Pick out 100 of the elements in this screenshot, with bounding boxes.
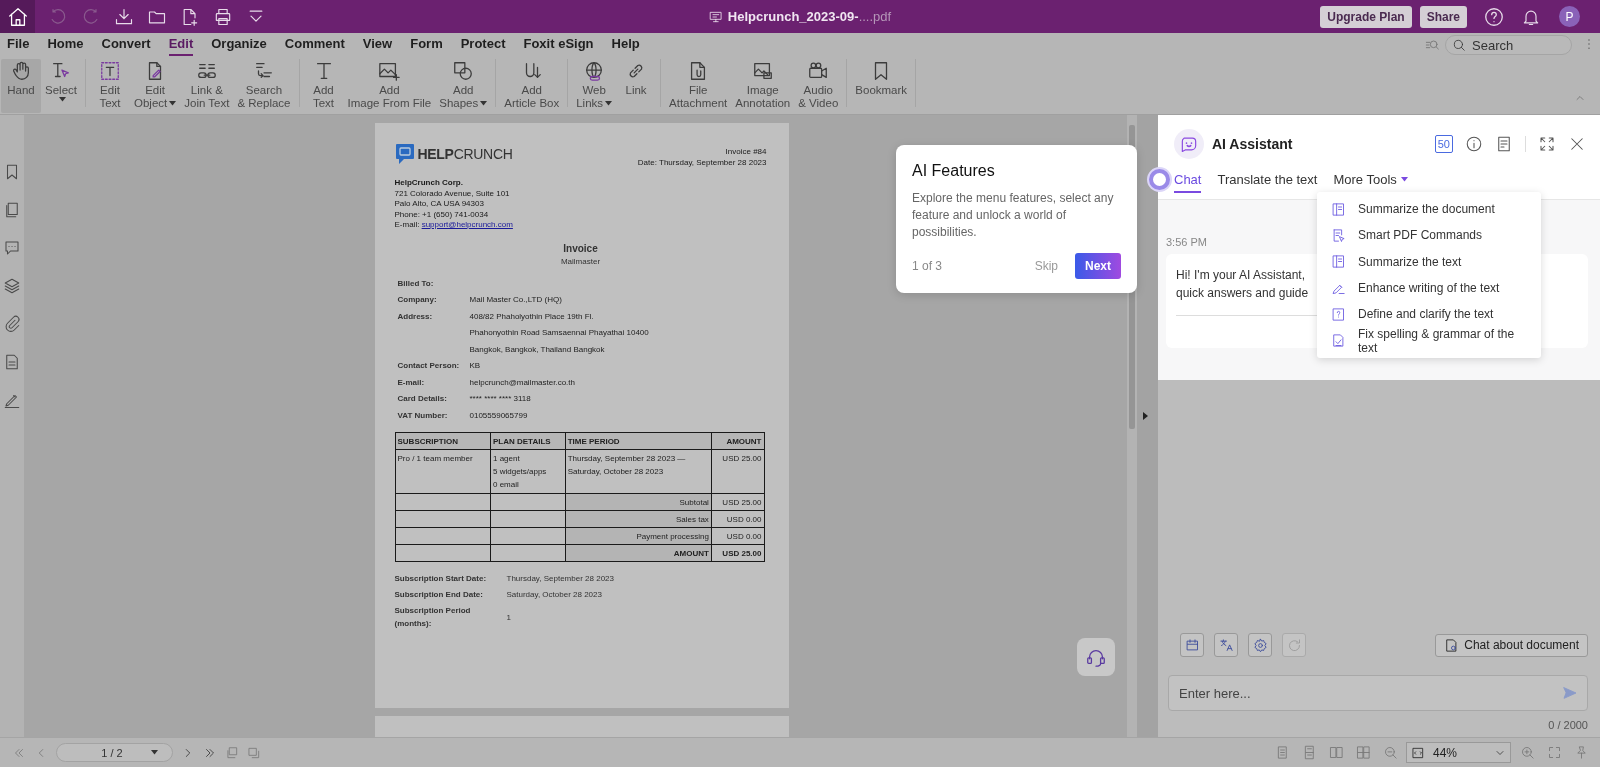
ribbon-tool-button[interactable]: Audio & Video xyxy=(794,59,843,113)
upgrade-button[interactable]: Upgrade Plan xyxy=(1320,5,1412,28)
field-value: Mail Master Co.,LTD (HQ) xyxy=(469,294,563,306)
zoom-out-icon xyxy=(1382,745,1398,760)
info-button[interactable] xyxy=(1465,135,1483,153)
close-button[interactable] xyxy=(1568,135,1586,153)
send-icon xyxy=(1562,685,1578,701)
ribbon-tool-button[interactable]: Image Annotation xyxy=(731,59,795,113)
command-icon xyxy=(1331,227,1346,243)
shapes-icon xyxy=(452,60,475,82)
menu-item[interactable]: Summarize the text xyxy=(1317,248,1541,275)
company-logo: HELPCRUNCH xyxy=(417,146,513,162)
panel-tab[interactable]: More Tools xyxy=(1333,169,1408,193)
menu-item[interactable]: Smart PDF Commands xyxy=(1317,222,1541,249)
menu-item[interactable]: Fix spelling & grammar of the text xyxy=(1317,327,1541,354)
notes-button[interactable] xyxy=(1495,135,1513,153)
menu-tab[interactable]: Form xyxy=(410,34,443,56)
chat-input-field[interactable]: Enter here... xyxy=(1168,675,1588,711)
page-field[interactable]: 1 / 2 xyxy=(56,743,173,762)
user-avatar[interactable]: P xyxy=(1559,6,1580,27)
image-comment-icon xyxy=(751,60,774,82)
ribbon-tool-button[interactable]: Edit Object xyxy=(130,59,181,113)
zoom-field[interactable]: 44% xyxy=(1406,742,1511,763)
help-button[interactable] xyxy=(1483,5,1505,28)
expand-button[interactable] xyxy=(1538,135,1556,153)
menu-item[interactable]: Enhance writing of the text xyxy=(1317,274,1541,302)
menu-tab[interactable]: Protect xyxy=(460,34,506,56)
home-button[interactable] xyxy=(0,0,35,33)
ribbon-tool-button[interactable]: Web Links xyxy=(572,59,617,113)
ribbon-tool-button[interactable]: Link xyxy=(616,59,657,113)
ribbon-tool-button[interactable]: Search & Replace xyxy=(233,59,295,113)
ribbon-tool-button[interactable]: Add Shapes xyxy=(435,59,492,113)
form-panel-button[interactable] xyxy=(3,353,21,371)
field-value: Bangkok, Bangkok, Thailand Bangkok xyxy=(469,343,606,356)
column-header: AMOUNT xyxy=(711,432,764,450)
search-field[interactable]: Search xyxy=(1445,35,1572,55)
ribbon-tool-button[interactable]: File Attachment xyxy=(665,59,732,113)
image-add-icon xyxy=(378,60,401,82)
two-pages-scroll-icon xyxy=(1355,745,1371,760)
table-cell: 1 agent 5 widgets/apps 0 email xyxy=(490,449,566,494)
ribbon-tool-button[interactable]: Bookmark xyxy=(851,59,912,113)
pages-icon xyxy=(225,745,239,760)
settings-button[interactable] xyxy=(1248,633,1272,657)
email-link[interactable]: support@helpcrunch.com xyxy=(421,220,513,229)
layers-panel-button[interactable] xyxy=(3,277,21,295)
ribbon-tool-button[interactable]: Link & Join Text xyxy=(180,59,234,113)
panel-tab[interactable]: Translate the text xyxy=(1217,169,1318,193)
pages-panel-button[interactable] xyxy=(3,201,21,219)
field-label: Subscription End Date: xyxy=(394,589,484,601)
next-button[interactable]: Next xyxy=(1075,253,1121,279)
share-button[interactable]: Share xyxy=(1419,5,1467,28)
form-icon xyxy=(3,353,21,371)
message-time: 3:56 PM xyxy=(1166,236,1208,248)
message-text: quick answers and guide xyxy=(1176,285,1309,302)
two-pages-icon xyxy=(1328,745,1344,760)
popup-title: AI Features xyxy=(912,162,996,180)
close-icon xyxy=(1568,135,1586,153)
menu-item[interactable]: Summarize the document xyxy=(1317,196,1541,223)
menu-tab[interactable]: Organize xyxy=(211,34,267,56)
comment-panel-button[interactable] xyxy=(3,239,21,257)
menu-tab[interactable]: Home xyxy=(47,34,84,56)
refresh-icon xyxy=(1286,637,1302,653)
menu-tab[interactable]: Comment xyxy=(284,34,345,56)
company-name: HelpCrunch Corp. xyxy=(394,178,464,189)
caret-icon xyxy=(150,750,158,755)
ribbon-tool-button[interactable]: Edit Text xyxy=(90,59,130,113)
message-text: Hi! I'm your AI Assistant, xyxy=(1176,267,1305,284)
ribbon-tool-button[interactable]: Select xyxy=(41,59,81,113)
character-counter: 0 / 2000 xyxy=(1547,719,1588,731)
field-label: Subscription Start Date: xyxy=(394,573,488,585)
menu-tab[interactable]: Help xyxy=(611,34,640,56)
table-cell: Pro / 1 team member xyxy=(395,449,491,494)
chat-about-document-button[interactable]: Chat about document xyxy=(1435,633,1588,657)
menu-tab[interactable]: File xyxy=(7,34,30,56)
total-value: USD 0.00 xyxy=(711,510,764,528)
help-icon xyxy=(1483,5,1505,28)
paperclip-panel-button[interactable] xyxy=(3,315,21,333)
info-icon xyxy=(1465,135,1483,153)
ribbon-tool-button[interactable]: Add Image From File xyxy=(343,59,436,113)
invoice-date: Date: Thursday, September 28 2023 xyxy=(637,157,767,168)
field-value: helpcrunch@mailmaster.co.th xyxy=(469,376,576,389)
panel-tab[interactable]: Chat xyxy=(1174,169,1202,193)
field-label: Company: xyxy=(397,294,438,306)
column-header: TIME PERIOD xyxy=(565,432,712,450)
menu-tab[interactable]: View xyxy=(362,34,393,56)
summary-button[interactable] xyxy=(1180,633,1204,657)
menu-tab[interactable]: Foxit eSign xyxy=(523,34,594,56)
section-label: Billed To: xyxy=(397,277,435,290)
send-button[interactable] xyxy=(1562,685,1578,701)
ai-helper-button[interactable] xyxy=(1077,638,1115,676)
zoom-in-icon xyxy=(1519,745,1535,760)
menu-item[interactable]: Define and clarify the text xyxy=(1317,301,1541,328)
translate-button[interactable] xyxy=(1214,633,1238,657)
ribbon-tool-button[interactable]: Add Text xyxy=(303,59,344,113)
text-box-icon xyxy=(99,60,121,82)
paperclip-icon xyxy=(3,315,21,333)
menu-tab[interactable]: Convert xyxy=(101,34,151,56)
ribbon-tool-button[interactable]: Hand xyxy=(1,59,41,113)
ribbon-tool-button[interactable]: Add Article Box xyxy=(500,59,564,113)
expand-arrow-icon[interactable] xyxy=(1143,412,1148,420)
